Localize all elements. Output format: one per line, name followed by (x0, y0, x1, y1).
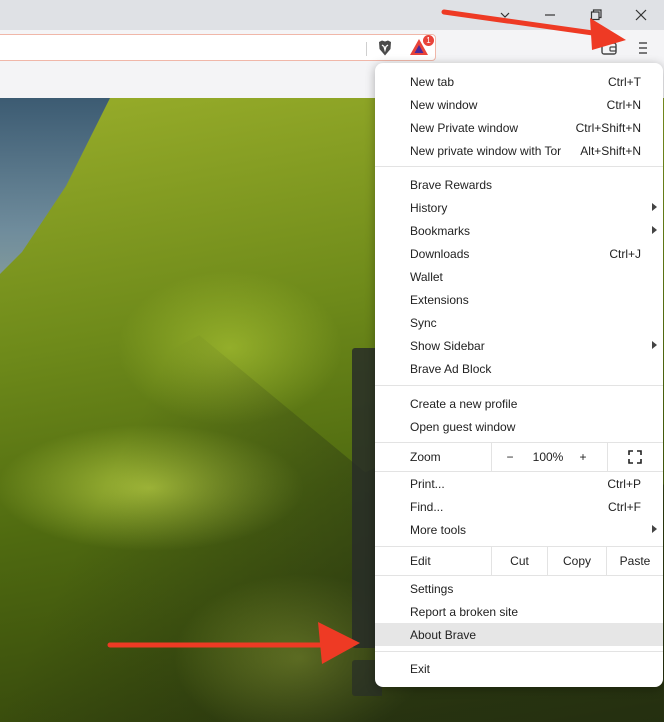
submenu-arrow-icon (652, 341, 657, 349)
zoom-divider (607, 443, 608, 471)
menu-item-create-profile[interactable]: Create a new profile (375, 392, 663, 415)
menu-item-label: Brave Rewards (410, 178, 493, 192)
hamburger-menu-icon[interactable] (636, 40, 650, 56)
menu-separator (375, 166, 663, 167)
sky-area (0, 98, 110, 274)
menu-item-brave-rewards[interactable]: Brave Rewards (375, 173, 663, 196)
menu-item-label: History (410, 201, 448, 215)
rewards-badge: 1 (423, 35, 434, 46)
zoom-level: 100% (532, 450, 564, 464)
menu-item-label: Report a broken site (410, 605, 519, 619)
address-bar[interactable] (0, 34, 436, 61)
menu-item-label: Sync (410, 316, 437, 330)
address-bar-divider (366, 42, 367, 56)
menu-item-extensions[interactable]: Extensions (375, 288, 663, 311)
menu-item-print[interactable]: Print... Ctrl+P (375, 472, 663, 495)
edit-row: Edit Cut Copy Paste (375, 547, 663, 575)
menu-item-shortcut: Ctrl+F (608, 500, 641, 514)
submenu-arrow-icon (652, 203, 657, 211)
submenu-arrow-icon (652, 525, 657, 533)
menu-item-about-brave[interactable]: About Brave (375, 623, 663, 646)
close-icon[interactable] (627, 4, 655, 26)
copy-button[interactable]: Copy (548, 547, 606, 575)
menu-separator (375, 651, 663, 652)
menu-separator (375, 575, 663, 576)
menu-item-label: Find... (410, 500, 444, 514)
menu-item-wallet[interactable]: Wallet (375, 265, 663, 288)
menu-item-more-tools[interactable]: More tools (375, 518, 663, 541)
menu-item-shortcut: Ctrl+P (607, 477, 641, 491)
menu-separator (375, 385, 663, 386)
menu-item-exit[interactable]: Exit (375, 657, 663, 680)
app-menu: New tab Ctrl+T New window Ctrl+N New Pri… (375, 63, 663, 687)
menu-item-report-broken-site[interactable]: Report a broken site (375, 600, 663, 623)
menu-item-new-private-window-tor[interactable]: New private window with Tor Alt+Shift+N (375, 139, 663, 162)
annotation-arrow-top (441, 9, 626, 50)
menu-item-new-window[interactable]: New window Ctrl+N (375, 93, 663, 116)
zoom-row: Zoom − 100% + (375, 443, 663, 471)
paste-button[interactable]: Paste (607, 547, 663, 575)
menu-item-label: Show Sidebar (410, 339, 485, 353)
menu-item-shortcut: Ctrl+Shift+N (575, 121, 641, 135)
menu-item-show-sidebar[interactable]: Show Sidebar (375, 334, 663, 357)
menu-item-label: More tools (410, 523, 467, 537)
menu-item-label: New private window with Tor (410, 144, 562, 158)
fullscreen-icon[interactable] (619, 443, 651, 471)
menu-item-shortcut: Alt+Shift+N (580, 144, 641, 158)
menu-item-new-private-window[interactable]: New Private window Ctrl+Shift+N (375, 116, 663, 139)
brave-rewards-icon[interactable]: 1 (408, 35, 434, 59)
menu-item-label: Open guest window (410, 420, 516, 434)
menu-item-shortcut: Ctrl+N (606, 98, 641, 112)
brave-shields-icon[interactable] (376, 39, 394, 57)
menu-item-shortcut: Ctrl+T (608, 75, 641, 89)
zoom-in-button[interactable]: + (571, 443, 595, 471)
menu-item-label: New window (410, 98, 478, 112)
menu-item-new-tab[interactable]: New tab Ctrl+T (375, 70, 663, 93)
menu-item-downloads[interactable]: Downloads Ctrl+J (375, 242, 663, 265)
menu-item-label: Create a new profile (410, 397, 518, 411)
annotation-arrow-bottom (107, 622, 360, 664)
menu-item-label: Wallet (410, 270, 443, 284)
zoom-divider (491, 443, 492, 471)
menu-item-label: New Private window (410, 121, 519, 135)
menu-item-shortcut: Ctrl+J (609, 247, 641, 261)
menu-item-history[interactable]: History (375, 196, 663, 219)
menu-item-label: Brave Ad Block (410, 362, 492, 376)
menu-item-label: New tab (410, 75, 455, 89)
menu-item-bookmarks[interactable]: Bookmarks (375, 219, 663, 242)
submenu-arrow-icon (652, 226, 657, 234)
menu-item-label: Extensions (410, 293, 469, 307)
menu-item-label: Downloads (410, 247, 470, 261)
menu-item-label: Settings (410, 582, 454, 596)
zoom-out-button[interactable]: − (495, 443, 525, 471)
cut-button[interactable]: Cut (492, 547, 547, 575)
zoom-label: Zoom (410, 450, 441, 464)
menu-item-guest-window[interactable]: Open guest window (375, 415, 663, 438)
menu-item-brave-ad-block[interactable]: Brave Ad Block (375, 357, 663, 380)
edit-label: Edit (410, 554, 431, 568)
menu-item-label: About Brave (410, 628, 477, 642)
menu-item-label: Exit (410, 662, 431, 676)
menu-item-find[interactable]: Find... Ctrl+F (375, 495, 663, 518)
menu-item-label: Bookmarks (410, 224, 471, 238)
menu-item-settings[interactable]: Settings (375, 577, 663, 600)
menu-item-label: Print... (410, 477, 445, 491)
menu-item-sync[interactable]: Sync (375, 311, 663, 334)
